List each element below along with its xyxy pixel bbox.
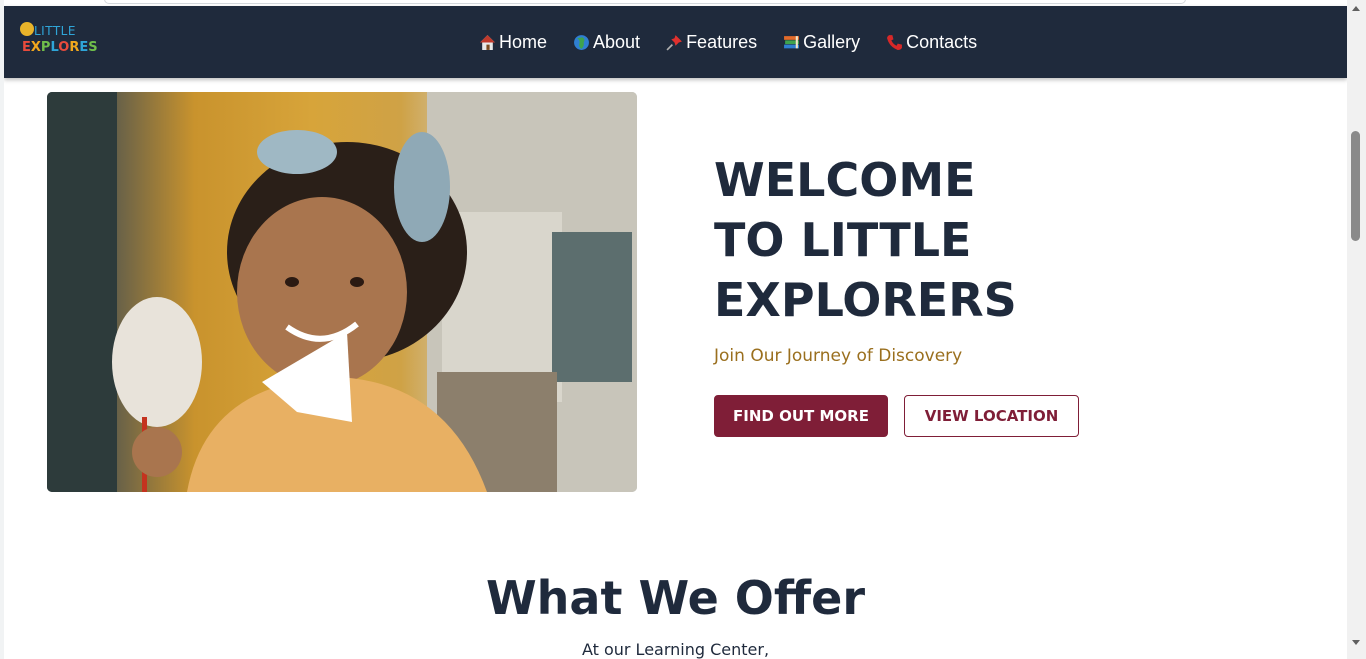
nav-links: Home About Features Gallery Contacts: [479, 6, 977, 78]
house-icon: [480, 34, 495, 50]
nav-link-features[interactable]: Features: [666, 32, 757, 53]
telephone-icon: [887, 34, 903, 50]
globe-icon: [574, 34, 589, 50]
view-location-button[interactable]: VIEW LOCATION: [904, 395, 1079, 437]
nav-link-gallery-label: Gallery: [803, 31, 861, 52]
logo-letter: R: [69, 40, 80, 55]
nav-link-home-label: Home: [499, 31, 548, 52]
hero-photo: [47, 92, 637, 492]
hero-title: WELCOME TO LITTLE EXPLORERS: [714, 150, 1074, 330]
logo-letter: X: [30, 40, 41, 55]
site-logo[interactable]: LITTLE EXPLORES: [20, 22, 98, 62]
nav-link-contacts-label: Contacts: [906, 31, 978, 52]
address-bar-edge: [104, 0, 1186, 4]
hero-title-line1: WELCOME: [714, 153, 976, 207]
logo-letter: E: [79, 40, 89, 55]
scroll-up-arrow-icon[interactable]: [1352, 6, 1360, 11]
logo-letter: O: [58, 40, 70, 55]
logo-letter: E: [22, 40, 31, 55]
scroll-down-arrow-icon[interactable]: [1352, 640, 1360, 645]
hero-image: [47, 92, 637, 492]
logo-letter: S: [88, 40, 98, 55]
find-out-more-button[interactable]: FIND OUT MORE: [714, 395, 888, 437]
logo-line1: LITTLE: [34, 24, 76, 38]
page-viewport: LITTLE EXPLORES Home About Features Gall…: [4, 0, 1347, 659]
offer-section-title: What We Offer: [485, 571, 866, 625]
books-icon: [784, 35, 800, 48]
scrollbar-thumb[interactable]: [1351, 131, 1360, 241]
top-navbar: LITTLE EXPLORES Home About Features Gall…: [4, 6, 1347, 78]
nav-link-contacts[interactable]: Contacts: [886, 32, 977, 53]
nav-link-gallery[interactable]: Gallery: [783, 32, 860, 53]
nav-link-about-label: About: [593, 31, 641, 52]
logo-line2: EXPLORES: [22, 40, 98, 56]
nav-link-home[interactable]: Home: [479, 32, 547, 53]
nav-link-about[interactable]: About: [573, 32, 640, 53]
pushpin-icon: [666, 34, 682, 51]
hero-subtitle: Join Our Journey of Discovery: [714, 346, 963, 366]
vertical-scrollbar[interactable]: [1347, 0, 1366, 659]
hero-title-line2: TO LITTLE: [714, 213, 972, 267]
hero-title-line3: EXPLORERS: [714, 273, 1017, 327]
nav-link-features-label: Features: [686, 31, 758, 52]
offer-section-subtitle: At our Learning Center,: [581, 640, 770, 659]
